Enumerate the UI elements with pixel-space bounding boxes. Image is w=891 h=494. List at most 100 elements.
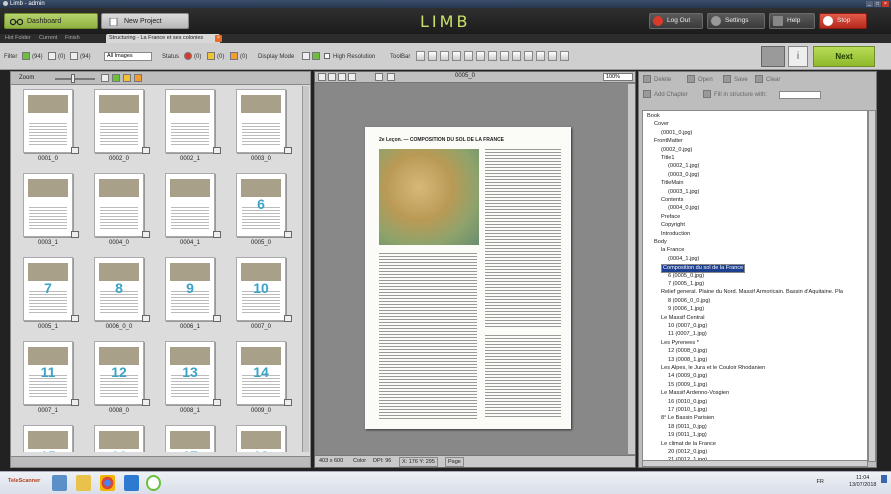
thumbnail-badge-icon[interactable] — [142, 147, 150, 154]
clear-button[interactable]: Clear — [755, 75, 780, 85]
tree-node[interactable]: (0002_0.jpg) — [661, 147, 692, 154]
dashboard-tab[interactable]: Dashboard — [4, 13, 98, 29]
settings-button[interactable]: Settings — [707, 13, 765, 29]
tree-node[interactable]: (0004_1.jpg) — [668, 256, 699, 263]
thumbnail-item[interactable]: 16 — [84, 422, 154, 452]
double-page-icon[interactable] — [387, 73, 395, 81]
thumbnail-item[interactable]: 0001_0 — [13, 86, 83, 170]
tree-node[interactable]: 11 (0007_1.jpg) — [668, 331, 707, 338]
filter-select[interactable]: All Images — [104, 52, 152, 61]
tree-node[interactable]: (0004_0.jpg) — [668, 205, 699, 212]
tool-redo-icon[interactable] — [548, 51, 557, 61]
tree-node[interactable]: Title1 — [661, 155, 674, 162]
thumbnail-item[interactable]: 10 0007_0 — [226, 254, 296, 338]
thumbnail-item[interactable]: 7 0005_1 — [13, 254, 83, 338]
tree-node[interactable]: 13 (0008_1.jpg) — [668, 357, 707, 364]
thumbnail-badge-icon[interactable] — [71, 147, 79, 154]
tree-node[interactable]: 19 (0011_1.jpg) — [668, 432, 707, 439]
thumbnail-badge-icon[interactable] — [284, 399, 292, 406]
show-desktop-icon[interactable] — [881, 475, 887, 483]
tool-paste-icon[interactable] — [524, 51, 533, 61]
tree-node[interactable]: TitleMain — [661, 180, 683, 187]
next-button[interactable]: Next — [813, 46, 875, 67]
thumbnail-badge-icon[interactable] — [213, 147, 221, 154]
view-mark-icon[interactable] — [134, 74, 142, 82]
thumbnail-badge-icon[interactable] — [284, 315, 292, 322]
close-window-button[interactable]: × — [882, 1, 889, 7]
tree-node[interactable]: 17 (0010_1.jpg) — [668, 407, 707, 414]
minimize-button[interactable]: _ — [866, 1, 873, 7]
crumb-hot-folder[interactable]: Hot Folder — [2, 34, 34, 43]
tree-node[interactable]: 14 (0009_0.jpg) — [668, 373, 707, 380]
tree-node[interactable]: Le Massif Central — [661, 315, 705, 322]
tree-node[interactable]: Cover — [654, 121, 669, 128]
thumbnail-item[interactable]: 9 0006_1 — [155, 254, 225, 338]
crumb-current[interactable]: Current — [36, 34, 60, 43]
tree-hscrollbar[interactable] — [642, 460, 868, 467]
thumbnail-scrollbar[interactable] — [302, 86, 309, 452]
tree-node[interactable]: Le Massif Ardenno-Vosgien — [661, 390, 729, 397]
zoom-select[interactable]: 100% — [603, 73, 633, 81]
help-button[interactable]: Help — [769, 13, 815, 29]
thumbnail-badge-icon[interactable] — [142, 231, 150, 238]
tree-node[interactable]: 8° Le Bassin Parisien — [661, 415, 714, 422]
tree-node[interactable]: Introduction — [661, 231, 690, 238]
tree-node[interactable]: 18 (0011_0.jpg) — [668, 424, 707, 431]
tool-rotate-left-icon[interactable] — [416, 51, 425, 61]
thumbnail-item[interactable]: 0003_1 — [13, 170, 83, 254]
thumbnail-badge-icon[interactable] — [142, 315, 150, 322]
high-resolution-checkbox[interactable] — [324, 53, 330, 59]
stop-button[interactable]: Stop — [819, 13, 867, 29]
thumbnail-item[interactable]: 11 0007_1 — [13, 338, 83, 422]
language-indicator[interactable]: FR — [817, 479, 824, 485]
thumbnail-badge-icon[interactable] — [71, 315, 79, 322]
tree-node[interactable]: 8 (0006_0_0.jpg) — [668, 298, 710, 305]
tree-node[interactable]: (0002_1.jpg) — [668, 163, 699, 170]
close-tab-icon[interactable]: × — [215, 35, 222, 42]
thumbnail-badge-icon[interactable] — [284, 231, 292, 238]
tree-node[interactable]: Contents — [661, 197, 683, 204]
zoom-in-icon[interactable] — [318, 73, 326, 81]
thumbnail-badge-icon[interactable] — [213, 231, 221, 238]
tree-node[interactable]: 16 (0010_0.jpg) — [668, 399, 707, 406]
tree-node[interactable]: 15 (0009_1.jpg) — [668, 382, 707, 389]
filter-image-icon[interactable] — [22, 52, 30, 60]
limb-app-icon[interactable] — [146, 475, 161, 491]
tree-node[interactable]: 12 (0008_0.jpg) — [668, 348, 707, 355]
tree-scrollbar[interactable] — [868, 110, 876, 462]
thumbnail-item[interactable]: 0002_1 — [155, 86, 225, 170]
tool-insert-icon[interactable] — [488, 51, 497, 61]
tool-undo-icon[interactable] — [536, 51, 545, 61]
tree-node[interactable]: (0001_0.jpg) — [661, 130, 692, 137]
thumbnail-item[interactable]: 0003_0 — [226, 86, 296, 170]
thumbnail-badge-icon[interactable] — [213, 315, 221, 322]
view-check-icon[interactable] — [112, 74, 120, 82]
tree-node[interactable]: 9 (0006_1.jpg) — [668, 306, 704, 313]
add-chapter-button[interactable]: Add Chapter — [643, 90, 688, 100]
tool-export-icon[interactable] — [560, 51, 569, 61]
tree-node[interactable]: Copyright — [661, 222, 685, 229]
new-project-tab[interactable]: New Project — [101, 13, 189, 29]
tool-delete-icon[interactable] — [500, 51, 509, 61]
tree-node[interactable]: (0003_1.jpg) — [668, 189, 699, 196]
thumbnail-item[interactable]: 0004_1 — [155, 170, 225, 254]
network-icon[interactable] — [52, 475, 67, 491]
zoom-slider-track[interactable] — [55, 78, 95, 80]
tree-node[interactable]: FrontMatter — [654, 138, 683, 145]
status-warning-icon[interactable] — [207, 52, 215, 60]
tree-node[interactable]: Les Alpes, le Jura et le Couloir Rhodani… — [661, 365, 765, 372]
folder-icon[interactable] — [76, 475, 91, 491]
tree-node[interactable]: 20 (0012_0.jpg) — [668, 449, 707, 456]
thumbnail-badge-icon[interactable] — [284, 147, 292, 154]
thumbnail-item[interactable]: 13 0008_1 — [155, 338, 225, 422]
thumbnail-badge-icon[interactable] — [71, 231, 79, 238]
tree-node[interactable]: Book — [647, 113, 660, 120]
thumbnail-item[interactable]: 12 0008_0 — [84, 338, 154, 422]
filter-double-page-icon[interactable] — [70, 52, 78, 60]
display-list-icon[interactable] — [312, 52, 320, 60]
open-button[interactable]: Open — [687, 75, 713, 85]
thumbnail-item[interactable]: 14 0009_0 — [226, 338, 296, 422]
view-flag-icon[interactable] — [123, 74, 131, 82]
tree-node[interactable]: Relief general. Plaine du Nord. Massif A… — [661, 289, 843, 296]
thumbnail-item[interactable]: 18 — [226, 422, 296, 452]
